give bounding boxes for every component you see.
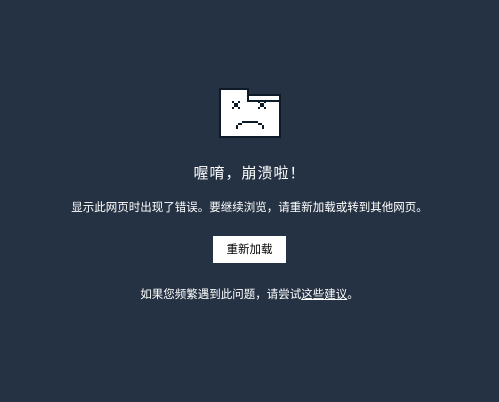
reload-button[interactable]: 重新加载 — [213, 236, 286, 263]
crash-page: 喔唷，崩溃啦！ 显示此网页时出现了错误。要继续浏览，请重新加载或转到其他网页。 … — [0, 0, 499, 402]
crash-headline: 喔唷，崩溃啦！ — [193, 164, 306, 182]
sad-folder-icon — [219, 88, 281, 138]
crash-message: 显示此网页时出现了错误。要继续浏览，请重新加载或转到其他网页。 — [71, 200, 428, 214]
hint-prefix: 如果您频繁遇到此问题，请尝试 — [140, 287, 302, 301]
hint-suffix: 。 — [347, 287, 359, 301]
crash-hint: 如果您频繁遇到此问题，请尝试这些建议。 — [0, 286, 499, 302]
suggestions-link[interactable]: 这些建议 — [301, 287, 347, 301]
